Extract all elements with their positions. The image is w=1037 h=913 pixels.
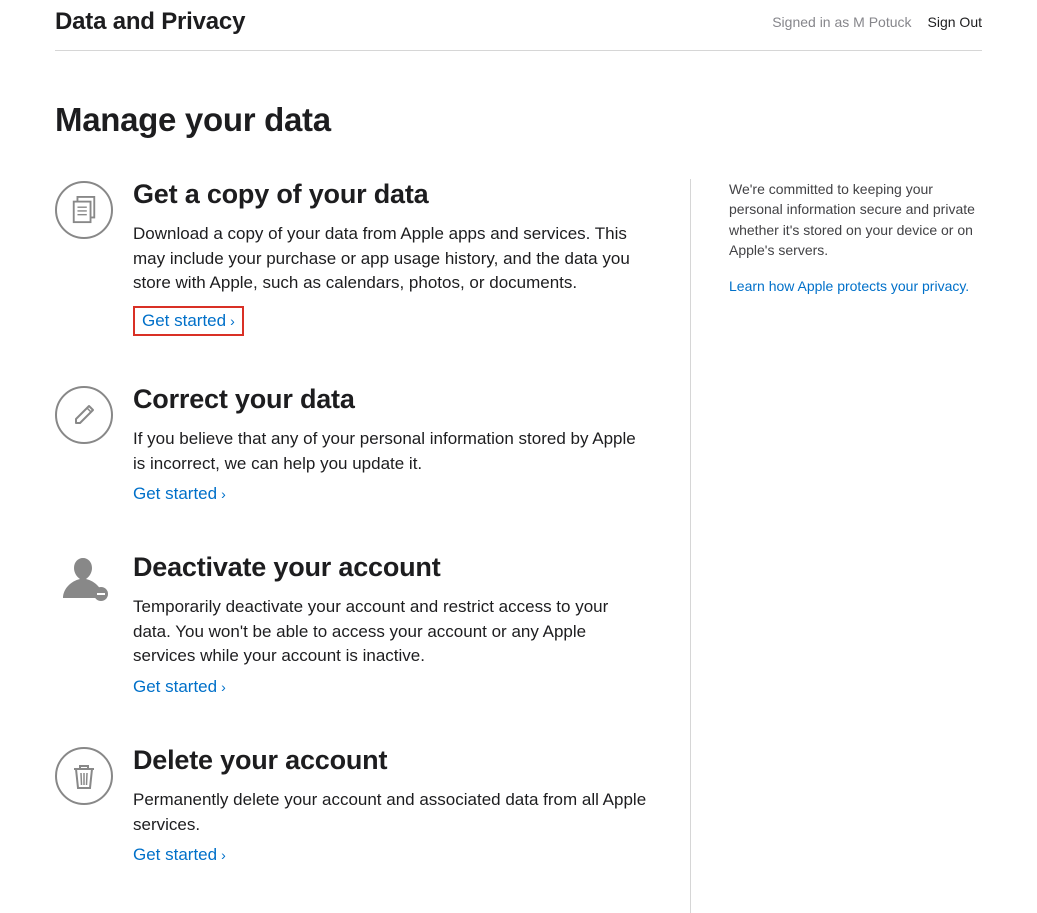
- section-get-copy: Get a copy of your data Download a copy …: [55, 179, 650, 336]
- link-label: Get started: [133, 845, 217, 865]
- link-label: Get started: [133, 677, 217, 697]
- highlighted-link-box: Get started ›: [133, 306, 244, 336]
- section-description: Temporarily deactivate your account and …: [133, 595, 650, 669]
- link-label: Get started: [133, 484, 217, 504]
- sign-out-link[interactable]: Sign Out: [928, 14, 982, 30]
- pencil-icon: [55, 384, 133, 504]
- sidebar-text: We're committed to keeping your personal…: [729, 179, 982, 260]
- section-description: Download a copy of your data from Apple …: [133, 222, 650, 296]
- get-started-link[interactable]: Get started ›: [142, 311, 235, 331]
- trash-icon: [55, 745, 133, 865]
- link-label: Get started: [142, 311, 226, 331]
- get-started-link[interactable]: Get started ›: [133, 677, 226, 697]
- learn-privacy-link[interactable]: Learn how Apple protects your privacy.: [729, 278, 969, 294]
- section-title: Delete your account: [133, 745, 650, 776]
- signed-in-text: Signed in as M Potuck: [772, 14, 911, 30]
- chevron-right-icon: ›: [221, 679, 226, 695]
- section-description: Permanently delete your account and asso…: [133, 788, 650, 837]
- section-correct-data: Correct your data If you believe that an…: [55, 384, 650, 504]
- section-delete: Delete your account Permanently delete y…: [55, 745, 650, 865]
- sidebar: We're committed to keeping your personal…: [691, 179, 982, 913]
- chevron-right-icon: ›: [230, 313, 235, 329]
- chevron-right-icon: ›: [221, 847, 226, 863]
- get-started-link[interactable]: Get started ›: [133, 484, 226, 504]
- section-title: Correct your data: [133, 384, 650, 415]
- section-description: If you believe that any of your personal…: [133, 427, 650, 476]
- page-header: Data and Privacy Signed in as M Potuck S…: [55, 0, 982, 51]
- section-title: Deactivate your account: [133, 552, 650, 583]
- user-deactivate-icon: [55, 552, 133, 697]
- main-column: Get a copy of your data Download a copy …: [55, 179, 691, 913]
- chevron-right-icon: ›: [221, 486, 226, 502]
- page-title: Manage your data: [55, 101, 982, 139]
- documents-icon: [55, 179, 133, 336]
- get-started-link[interactable]: Get started ›: [133, 845, 226, 865]
- header-title: Data and Privacy: [55, 8, 245, 36]
- section-title: Get a copy of your data: [133, 179, 650, 210]
- section-deactivate: Deactivate your account Temporarily deac…: [55, 552, 650, 697]
